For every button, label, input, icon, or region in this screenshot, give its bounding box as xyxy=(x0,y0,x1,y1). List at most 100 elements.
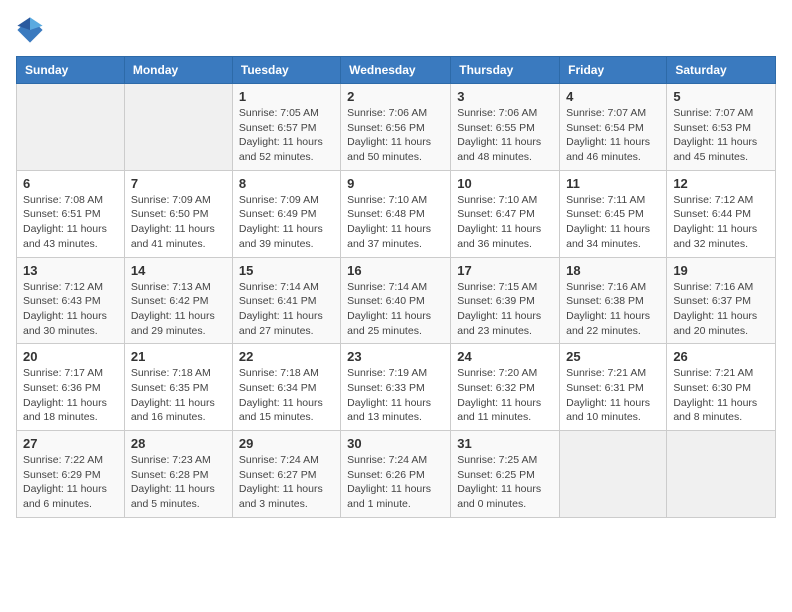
day-detail: Sunrise: 7:25 AM Sunset: 6:25 PM Dayligh… xyxy=(457,454,541,510)
calendar-cell: 17 Sunrise: 7:15 AM Sunset: 6:39 PM Dayli… xyxy=(451,257,560,344)
calendar-cell: 29 Sunrise: 7:24 AM Sunset: 6:27 PM Dayli… xyxy=(232,431,340,518)
day-detail: Sunrise: 7:18 AM Sunset: 6:34 PM Dayligh… xyxy=(239,367,323,423)
day-detail: Sunrise: 7:08 AM Sunset: 6:51 PM Dayligh… xyxy=(23,194,107,250)
calendar-cell: 27 Sunrise: 7:22 AM Sunset: 6:29 PM Dayli… xyxy=(17,431,125,518)
day-detail: Sunrise: 7:12 AM Sunset: 6:44 PM Dayligh… xyxy=(673,194,757,250)
day-detail: Sunrise: 7:12 AM Sunset: 6:43 PM Dayligh… xyxy=(23,281,107,337)
calendar-cell: 5 Sunrise: 7:07 AM Sunset: 6:53 PM Daylig… xyxy=(667,84,776,171)
calendar-week-4: 20Sunrise: 7:17 AM Sunset: 6:36 PM Dayli… xyxy=(17,344,776,431)
day-number: 9 xyxy=(347,176,444,191)
day-number: 26 xyxy=(673,349,769,364)
day-detail: Sunrise: 7:06 AM Sunset: 6:56 PM Dayligh… xyxy=(347,107,431,163)
day-detail: Sunrise: 7:18 AM Sunset: 6:35 PM Dayligh… xyxy=(131,367,215,423)
day-detail: Sunrise: 7:09 AM Sunset: 6:49 PM Dayligh… xyxy=(239,194,323,250)
calendar-cell: 12 Sunrise: 7:12 AM Sunset: 6:44 PM Dayli… xyxy=(667,170,776,257)
calendar-cell xyxy=(667,431,776,518)
day-detail: Sunrise: 7:23 AM Sunset: 6:28 PM Dayligh… xyxy=(131,454,215,510)
day-detail: Sunrise: 7:11 AM Sunset: 6:45 PM Dayligh… xyxy=(566,194,650,250)
calendar-cell: 2 Sunrise: 7:06 AM Sunset: 6:56 PM Daylig… xyxy=(341,84,451,171)
day-number: 8 xyxy=(239,176,334,191)
day-number: 27 xyxy=(23,436,118,451)
day-detail: Sunrise: 7:24 AM Sunset: 6:27 PM Dayligh… xyxy=(239,454,323,510)
day-detail: Sunrise: 7:21 AM Sunset: 6:30 PM Dayligh… xyxy=(673,367,757,423)
day-header-tuesday: Tuesday xyxy=(232,57,340,84)
logo-icon xyxy=(16,16,44,44)
day-header-sunday: Sunday xyxy=(17,57,125,84)
day-number: 15 xyxy=(239,263,334,278)
day-number: 6 xyxy=(23,176,118,191)
day-detail: Sunrise: 7:09 AM Sunset: 6:50 PM Dayligh… xyxy=(131,194,215,250)
calendar-cell: 21 Sunrise: 7:18 AM Sunset: 6:35 PM Dayli… xyxy=(124,344,232,431)
calendar-cell: 13 Sunrise: 7:12 AM Sunset: 6:43 PM Dayli… xyxy=(17,257,125,344)
calendar-cell: 31 Sunrise: 7:25 AM Sunset: 6:25 PM Dayli… xyxy=(451,431,560,518)
day-number: 12 xyxy=(673,176,769,191)
calendar-cell: 7 Sunrise: 7:09 AM Sunset: 6:50 PM Daylig… xyxy=(124,170,232,257)
day-number: 2 xyxy=(347,89,444,104)
calendar-cell: 6 Sunrise: 7:08 AM Sunset: 6:51 PM Daylig… xyxy=(17,170,125,257)
day-number: 3 xyxy=(457,89,553,104)
day-number: 19 xyxy=(673,263,769,278)
calendar-cell xyxy=(560,431,667,518)
day-number: 18 xyxy=(566,263,660,278)
calendar-cell: 1 Sunrise: 7:05 AM Sunset: 6:57 PM Daylig… xyxy=(232,84,340,171)
day-detail: Sunrise: 7:06 AM Sunset: 6:55 PM Dayligh… xyxy=(457,107,541,163)
day-header-friday: Friday xyxy=(560,57,667,84)
day-number: 10 xyxy=(457,176,553,191)
day-detail: Sunrise: 7:07 AM Sunset: 6:54 PM Dayligh… xyxy=(566,107,650,163)
day-detail: Sunrise: 7:24 AM Sunset: 6:26 PM Dayligh… xyxy=(347,454,431,510)
day-detail: Sunrise: 7:07 AM Sunset: 6:53 PM Dayligh… xyxy=(673,107,757,163)
day-header-thursday: Thursday xyxy=(451,57,560,84)
calendar-cell: 22 Sunrise: 7:18 AM Sunset: 6:34 PM Dayli… xyxy=(232,344,340,431)
calendar-cell: 20Sunrise: 7:17 AM Sunset: 6:36 PM Dayli… xyxy=(17,344,125,431)
calendar-cell: 10 Sunrise: 7:10 AM Sunset: 6:47 PM Dayli… xyxy=(451,170,560,257)
calendar-cell: 23 Sunrise: 7:19 AM Sunset: 6:33 PM Dayli… xyxy=(341,344,451,431)
day-detail: Sunrise: 7:10 AM Sunset: 6:48 PM Dayligh… xyxy=(347,194,431,250)
calendar-cell: 15Sunrise: 7:14 AM Sunset: 6:41 PM Dayli… xyxy=(232,257,340,344)
day-number: 5 xyxy=(673,89,769,104)
calendar-table: SundayMondayTuesdayWednesdayThursdayFrid… xyxy=(16,56,776,518)
day-detail: Sunrise: 7:16 AM Sunset: 6:38 PM Dayligh… xyxy=(566,281,650,337)
calendar-cell: 14 Sunrise: 7:13 AM Sunset: 6:42 PM Dayli… xyxy=(124,257,232,344)
day-number: 30 xyxy=(347,436,444,451)
day-number: 29 xyxy=(239,436,334,451)
calendar-cell xyxy=(17,84,125,171)
calendar-cell: 8 Sunrise: 7:09 AM Sunset: 6:49 PM Daylig… xyxy=(232,170,340,257)
day-detail: Sunrise: 7:17 AM Sunset: 6:36 PM Dayligh… xyxy=(23,367,107,423)
day-detail: Sunrise: 7:15 AM Sunset: 6:39 PM Dayligh… xyxy=(457,281,541,337)
day-number: 21 xyxy=(131,349,226,364)
day-detail: Sunrise: 7:10 AM Sunset: 6:47 PM Dayligh… xyxy=(457,194,541,250)
day-number: 7 xyxy=(131,176,226,191)
calendar-cell: 30 Sunrise: 7:24 AM Sunset: 6:26 PM Dayli… xyxy=(341,431,451,518)
day-number: 31 xyxy=(457,436,553,451)
day-number: 13 xyxy=(23,263,118,278)
calendar-cell: 28Sunrise: 7:23 AM Sunset: 6:28 PM Dayli… xyxy=(124,431,232,518)
calendar-cell: 25Sunrise: 7:21 AM Sunset: 6:31 PM Dayli… xyxy=(560,344,667,431)
day-detail: Sunrise: 7:16 AM Sunset: 6:37 PM Dayligh… xyxy=(673,281,757,337)
day-detail: Sunrise: 7:20 AM Sunset: 6:32 PM Dayligh… xyxy=(457,367,541,423)
calendar-week-1: 1 Sunrise: 7:05 AM Sunset: 6:57 PM Daylig… xyxy=(17,84,776,171)
calendar-cell: 4Sunrise: 7:07 AM Sunset: 6:54 PM Daylig… xyxy=(560,84,667,171)
calendar-cell: 3 Sunrise: 7:06 AM Sunset: 6:55 PM Daylig… xyxy=(451,84,560,171)
calendar-week-2: 6 Sunrise: 7:08 AM Sunset: 6:51 PM Daylig… xyxy=(17,170,776,257)
calendar-week-5: 27 Sunrise: 7:22 AM Sunset: 6:29 PM Dayli… xyxy=(17,431,776,518)
day-number: 16 xyxy=(347,263,444,278)
calendar-cell: 18 Sunrise: 7:16 AM Sunset: 6:38 PM Dayli… xyxy=(560,257,667,344)
page-header xyxy=(16,16,776,44)
day-number: 23 xyxy=(347,349,444,364)
day-detail: Sunrise: 7:05 AM Sunset: 6:57 PM Dayligh… xyxy=(239,107,323,163)
day-detail: Sunrise: 7:22 AM Sunset: 6:29 PM Dayligh… xyxy=(23,454,107,510)
day-header-wednesday: Wednesday xyxy=(341,57,451,84)
day-header-monday: Monday xyxy=(124,57,232,84)
day-header-saturday: Saturday xyxy=(667,57,776,84)
day-detail: Sunrise: 7:13 AM Sunset: 6:42 PM Dayligh… xyxy=(131,281,215,337)
calendar-week-3: 13 Sunrise: 7:12 AM Sunset: 6:43 PM Dayli… xyxy=(17,257,776,344)
day-number: 14 xyxy=(131,263,226,278)
day-detail: Sunrise: 7:19 AM Sunset: 6:33 PM Dayligh… xyxy=(347,367,431,423)
day-number: 11 xyxy=(566,176,660,191)
day-detail: Sunrise: 7:21 AM Sunset: 6:31 PM Dayligh… xyxy=(566,367,650,423)
day-detail: Sunrise: 7:14 AM Sunset: 6:40 PM Dayligh… xyxy=(347,281,431,337)
day-number: 1 xyxy=(239,89,334,104)
day-number: 17 xyxy=(457,263,553,278)
calendar-cell: 26 Sunrise: 7:21 AM Sunset: 6:30 PM Dayli… xyxy=(667,344,776,431)
day-number: 22 xyxy=(239,349,334,364)
